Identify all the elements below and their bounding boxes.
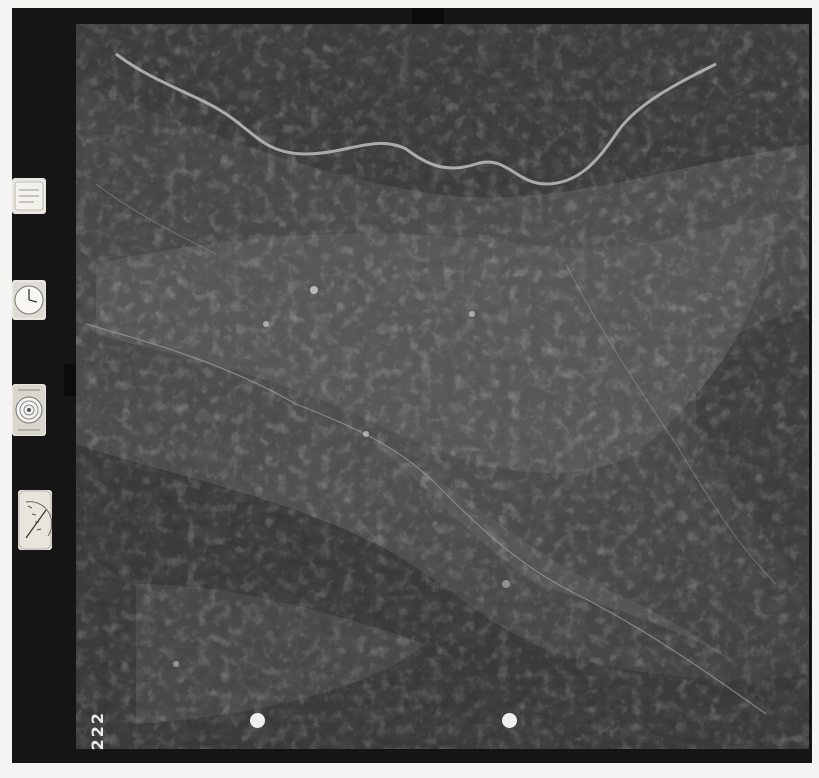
photo-sheet: 222	[0, 0, 819, 778]
terrain-image	[76, 24, 809, 749]
clock	[12, 280, 46, 320]
frame-number: 222	[88, 711, 107, 751]
film-frame: 222	[12, 8, 812, 763]
altimeter-icon	[13, 385, 45, 435]
level-gauge-icon	[18, 490, 53, 550]
registration-dot-left	[250, 713, 265, 728]
label-card	[12, 178, 46, 214]
registration-dot-right	[502, 713, 517, 728]
level-gauge	[18, 490, 53, 550]
clock-icon	[13, 282, 45, 318]
altimeter	[12, 384, 46, 436]
card-icon	[14, 181, 44, 211]
aerial-photograph	[76, 24, 809, 749]
